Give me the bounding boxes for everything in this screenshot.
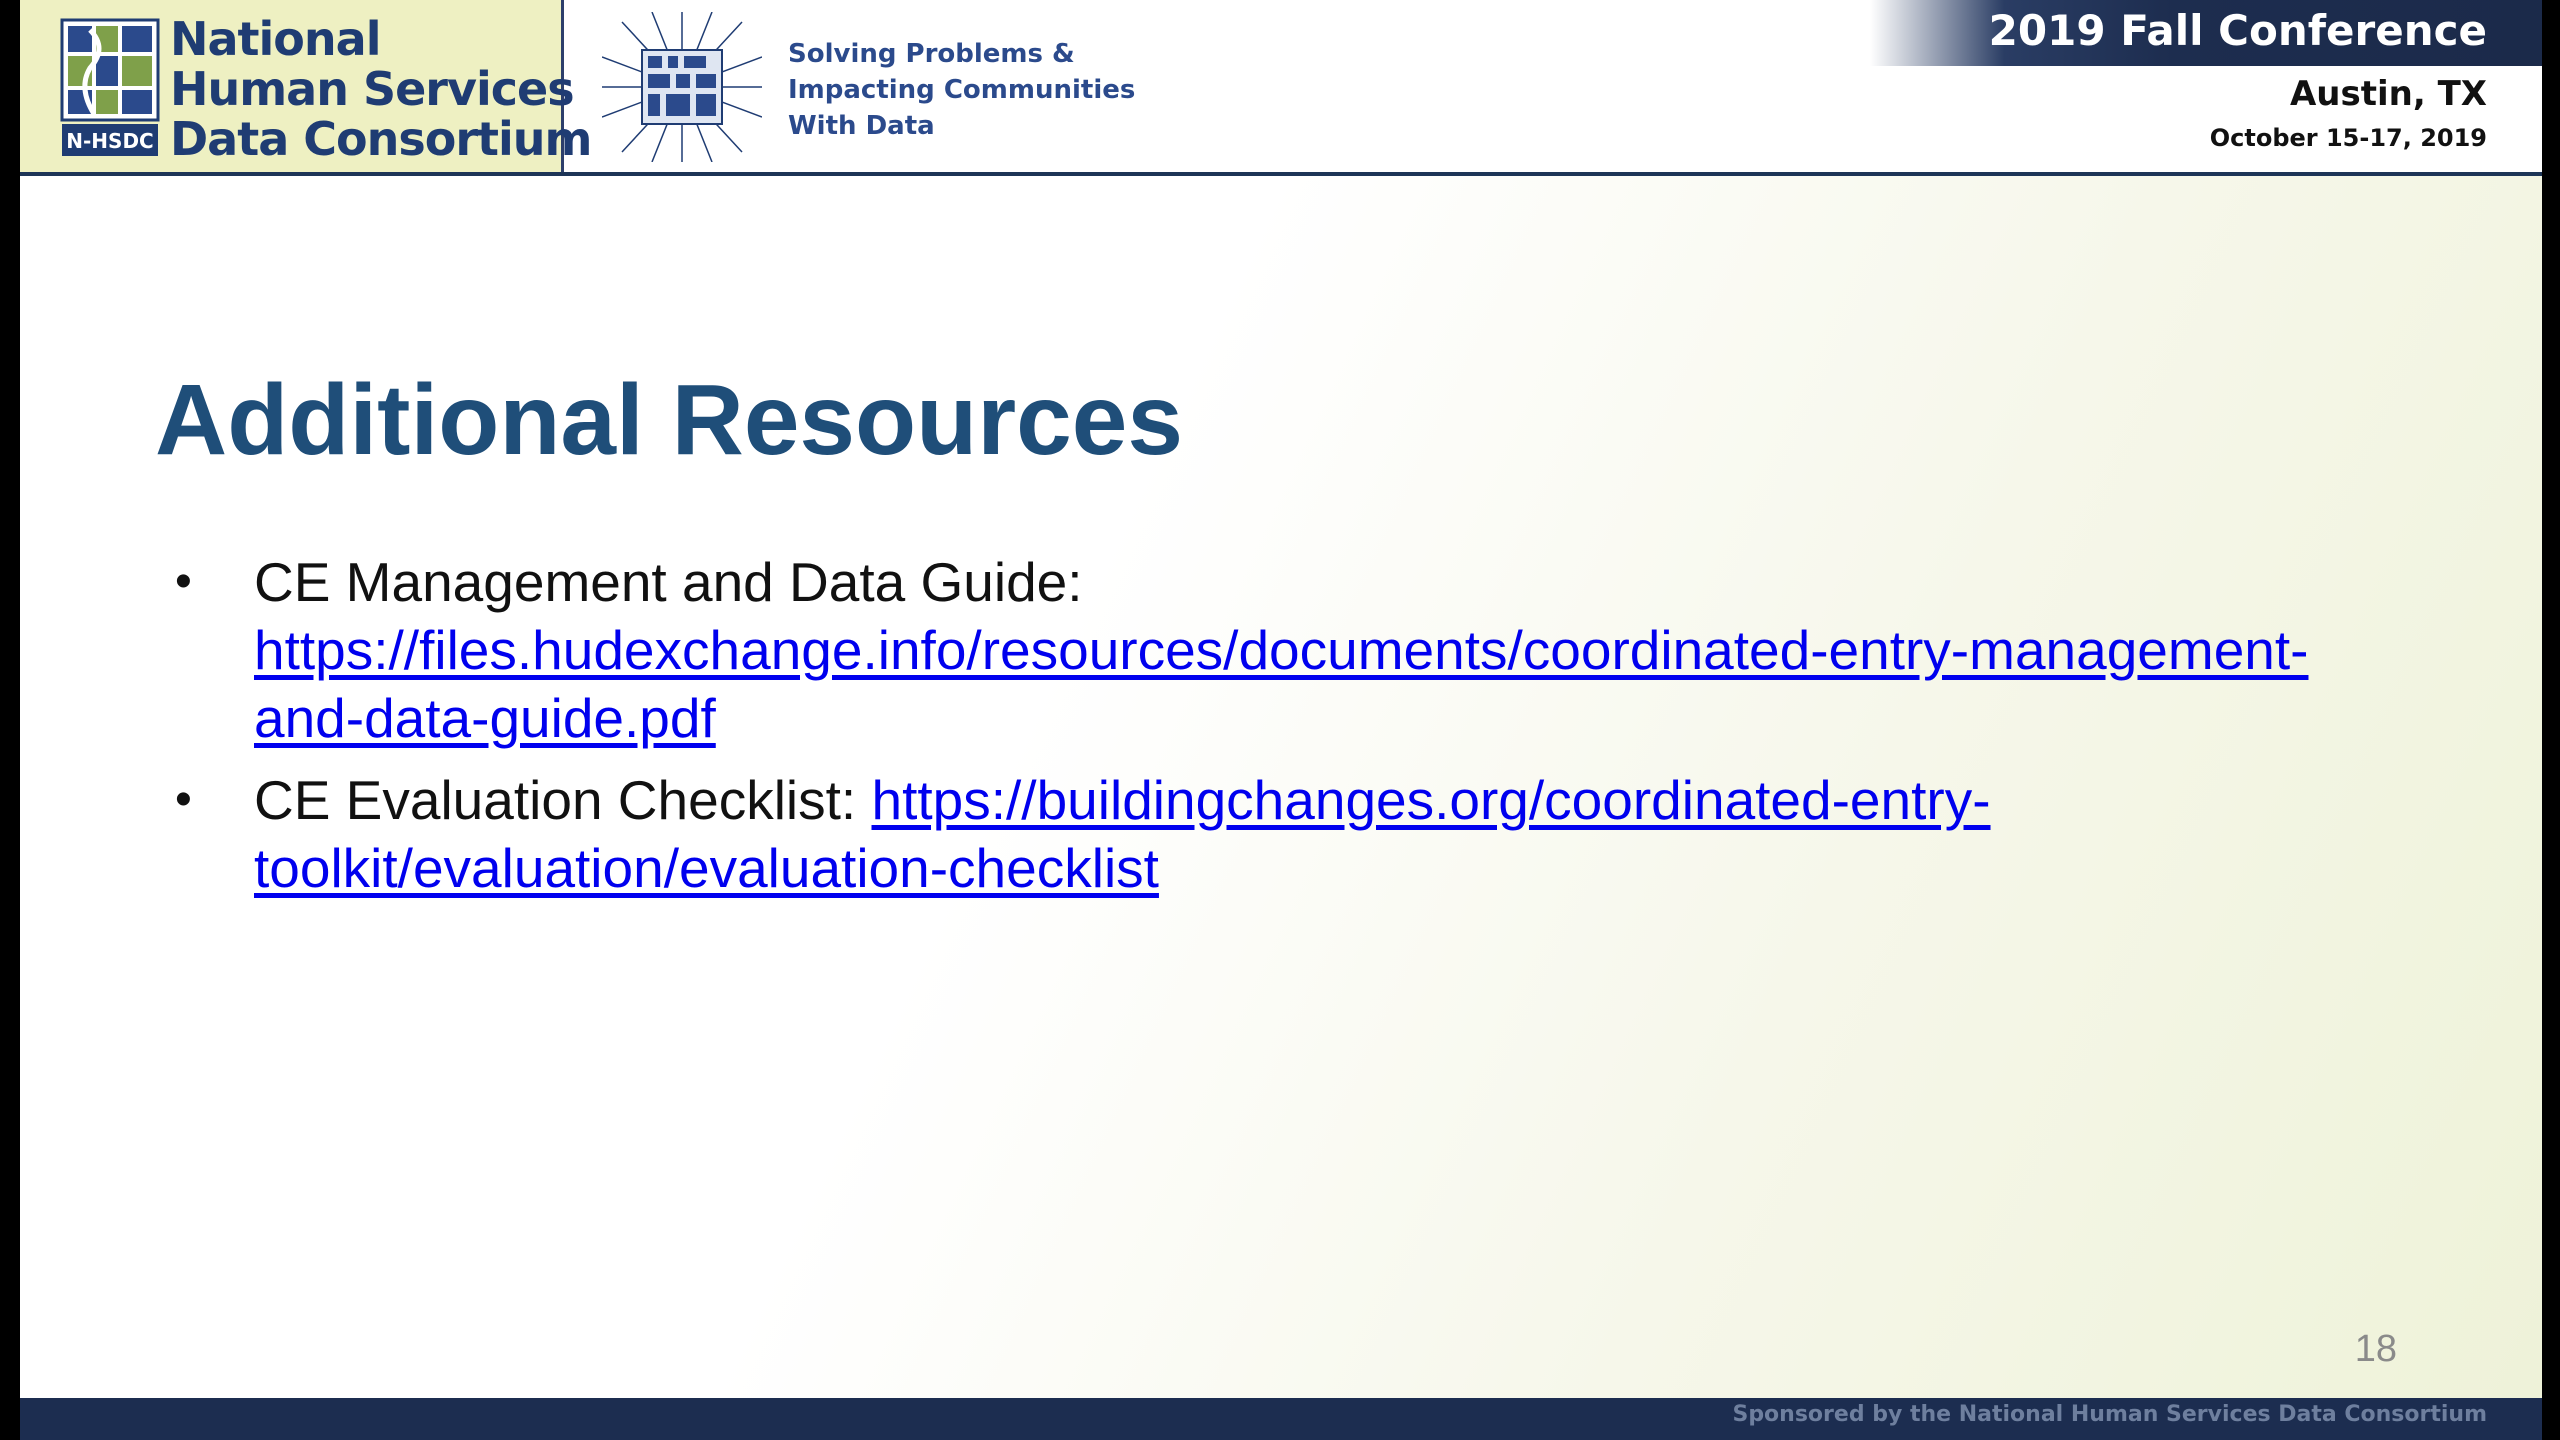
data-grid-emblem-icon [602, 12, 762, 162]
conference-city: Austin, TX [2289, 74, 2487, 114]
conference-dates: October 15-17, 2019 [2209, 124, 2487, 152]
slide-header: N-HSDC National Human Services Data Cons… [20, 0, 2542, 176]
tagline-line-2: Impacting Communities [788, 75, 1136, 105]
logo-line-2: Human Services [170, 62, 575, 116]
nhsdc-logo-mark-icon: N-HSDC [60, 18, 160, 156]
bullet-icon: • [175, 773, 192, 826]
link-line-2: toolkit/evaluation/evaluation-checklist [254, 837, 1159, 899]
resource-list: • CE Management and Data Guide: https://… [155, 548, 2405, 916]
list-item: • CE Management and Data Guide: https://… [155, 548, 2405, 752]
conference-title: 2019 Fall Conference [1988, 6, 2487, 55]
nhsdc-logo: N-HSDC National Human Services Data Cons… [20, 0, 592, 172]
ce-management-guide-link[interactable]: https://files.hudexchange.info/resources… [254, 619, 2308, 749]
resource-label: CE Management and Data Guide: [254, 551, 1083, 613]
slide-title: Additional Resources [155, 364, 1183, 476]
link-line-1: https://buildingchanges.org/coordinated-… [871, 769, 1991, 831]
list-item: • CE Evaluation Checklist: https://build… [155, 766, 2405, 902]
nhsdc-logo-text: National Human Services Data Consortium [170, 12, 592, 166]
tagline-line-3: With Data [788, 111, 935, 141]
link-line-2: and-data-guide.pdf [254, 687, 716, 749]
slide: N-HSDC National Human Services Data Cons… [20, 0, 2542, 1440]
logo-line-3: Data Consortium [170, 112, 592, 166]
resource-label: CE Evaluation Checklist: [254, 769, 872, 831]
link-line-1: https://files.hudexchange.info/resources… [254, 619, 2309, 681]
slide-footer: Sponsored by the National Human Services… [20, 1398, 2542, 1440]
tagline-line-1: Solving Problems & [788, 39, 1075, 69]
bullet-icon: • [175, 555, 192, 608]
conference-tagline: Solving Problems & Impacting Communities… [788, 36, 1135, 144]
page-number: 18 [2354, 1328, 2397, 1370]
sponsor-text: Sponsored by the National Human Services… [1732, 1402, 2487, 1427]
logo-line-1: National [170, 12, 381, 66]
nhsdc-mark-text: N-HSDC [66, 129, 153, 153]
